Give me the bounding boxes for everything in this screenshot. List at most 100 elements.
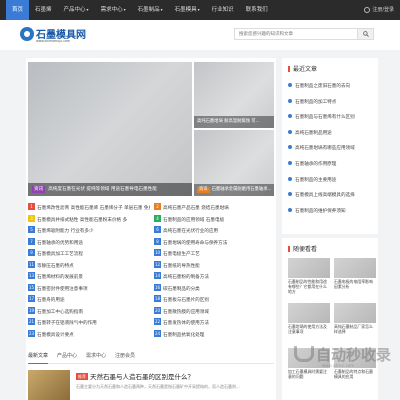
- hot-list-item[interactable]: 15 石墨密封件使用注意事项: [28, 283, 150, 294]
- hot-list-item[interactable]: 9 石墨模具加工工艺流程: [28, 249, 150, 259]
- nav-item[interactable]: 联系我们: [240, 0, 274, 20]
- search-input[interactable]: [235, 29, 353, 39]
- hot-list-item[interactable]: 1 石墨烯改性沥青 高性能石墨烯 石墨烯分子 单层石墨 免费: [28, 203, 150, 213]
- hot-list-item[interactable]: 14 高纯石墨粉的制备方法: [154, 272, 276, 282]
- latest-article-title[interactable]: 高纯石墨坩埚有哪些应用领域: [295, 146, 355, 151]
- hot-item-title[interactable]: 石墨制品的应用领域 石墨电极: [163, 218, 224, 223]
- hot-list-item[interactable]: 23 石墨模具设计要点: [28, 329, 150, 340]
- latest-article-title[interactable]: 石墨制品的加工特点: [295, 100, 336, 105]
- hot-list-item[interactable]: 12 石墨纸的导热性能: [154, 260, 276, 271]
- latest-article-item[interactable]: 石墨制品与石墨烯有什么区别: [288, 113, 374, 123]
- nav-item[interactable]: 产品中心▾: [58, 0, 95, 20]
- hot-list-item[interactable]: 19 石墨加工中心选购指南: [28, 306, 150, 317]
- slider-caption-text[interactable]: 高纯度石墨在光伏 提纯等领域 用途石墨导电石墨性能: [48, 187, 157, 192]
- article-title-text[interactable]: 天然石墨与人造石墨的区别是什么？: [90, 373, 194, 381]
- latest-article-title[interactable]: 石墨轴承的作用原理: [295, 162, 336, 167]
- hot-item-title[interactable]: 高纯石墨粉的制备方法: [163, 275, 209, 280]
- nav-item-label[interactable]: 需求中心: [101, 7, 123, 13]
- hot-list-item[interactable]: 20 石墨散热膜的应用领域: [154, 306, 276, 317]
- hot-item-title[interactable]: 石墨发热体的使用方法: [163, 321, 209, 326]
- nav-item-label[interactable]: 行业知识: [212, 7, 234, 13]
- hot-list-item[interactable]: 21 石墨转子在铝液除气中的作用: [28, 318, 150, 328]
- hot-list-item[interactable]: 6 高纯石墨在光伏行业的应用: [154, 226, 276, 236]
- random-article-title[interactable]: 石墨制品的性能和用途有哪些？它都用在什么地方: [288, 279, 330, 295]
- search-button[interactable]: [357, 29, 373, 39]
- hot-list-item[interactable]: 11 等静压石墨的特点: [28, 260, 150, 271]
- article-item[interactable]: 推荐 天然石墨与人造石墨的区别是什么？ 石墨主要分为天然石墨和人造石墨两种，天然石…: [28, 368, 274, 400]
- thumb-caption[interactable]: 高纯石墨坩埚 耐高温耐腐蚀 可...: [194, 116, 274, 128]
- hot-item-title[interactable]: 石墨模具设计要点: [37, 333, 74, 338]
- hot-item-title[interactable]: 高纯石墨在光伏行业的应用: [163, 229, 218, 234]
- hot-item-title[interactable]: 石墨密封件使用注意事项: [37, 287, 88, 292]
- hot-list-item[interactable]: 4 石墨制品的应用领域 石墨电极: [154, 214, 276, 225]
- nav-item-label[interactable]: 产品中心: [64, 7, 86, 13]
- tab-2[interactable]: 需求中心: [86, 350, 106, 363]
- latest-article-title[interactable]: 石墨模具上线高端模具的选择: [295, 193, 355, 198]
- hot-list-item[interactable]: 18 石墨板与石墨片的区别: [154, 295, 276, 305]
- nav-item[interactable]: 石墨制品▾: [132, 0, 169, 20]
- hot-list-item[interactable]: 3 石墨模具并排式粘性 高性能石墨粉末价格 多: [28, 214, 150, 225]
- article-thumbnail[interactable]: [28, 370, 70, 400]
- random-article-title[interactable]: 石墨坩埚的使用方法及注意事项: [288, 324, 330, 340]
- nav-item[interactable]: 石墨模具▾: [169, 0, 206, 20]
- random-article-card[interactable]: 石墨电极的电阻率影响因素分析: [334, 258, 376, 298]
- random-article-thumbnail[interactable]: [288, 303, 330, 323]
- hot-list-item[interactable]: 13 石墨烯材料的发展前景: [28, 272, 150, 282]
- hot-list-item[interactable]: 10 石墨电极生产工艺: [154, 249, 276, 259]
- random-article-card[interactable]: 石墨坩埚的使用方法及注意事项: [288, 303, 330, 343]
- hot-list-item[interactable]: 24 石墨制品抗氧化处理: [154, 329, 276, 340]
- random-article-card[interactable]: 高纯石墨制品厂家怎么样选择: [334, 303, 376, 343]
- latest-article-title[interactable]: 石墨制品的维护保养须知: [295, 209, 346, 214]
- random-article-thumbnail[interactable]: [334, 258, 376, 278]
- hot-list-item[interactable]: 5 石墨烯吸附能力 行业有多少: [28, 226, 150, 236]
- nav-item-label[interactable]: 石墨模具: [175, 7, 197, 13]
- latest-article-item[interactable]: 石墨轴承的作用原理: [288, 160, 374, 170]
- thumb-caption[interactable]: 资讯 石墨轴承金属耐磨用石墨轴承...: [194, 184, 274, 196]
- slider-caption[interactable]: 资讯 高纯度石墨在光伏 提纯等领域 用途石墨导电石墨性能: [28, 183, 192, 196]
- hot-item-title[interactable]: 石墨模具并排式粘性 高性能石墨粉末价格 多: [37, 218, 127, 223]
- latest-article-item[interactable]: 高纯石墨制品用途: [288, 129, 374, 139]
- latest-article-item[interactable]: 石墨制品的维护保养须知: [288, 207, 374, 217]
- hot-item-title[interactable]: 石墨坩埚的使用寿命与保养方法: [163, 241, 227, 246]
- tab-1[interactable]: 产品中心: [57, 350, 77, 363]
- site-logo[interactable]: 石墨模具网 www.shimomuju.com: [20, 25, 96, 47]
- featured-thumb-2[interactable]: 资讯 石墨轴承金属耐磨用石墨轴承...: [194, 130, 274, 196]
- random-article-thumbnail[interactable]: [334, 303, 376, 323]
- nav-item[interactable]: 首页: [6, 0, 30, 20]
- hot-item-title[interactable]: 石墨加工中心选购指南: [37, 310, 83, 315]
- random-article-title[interactable]: 高纯石墨制品厂家怎么样选择: [334, 324, 376, 340]
- hot-item-title[interactable]: 石墨烯吸附能力 行业有多少: [37, 229, 94, 234]
- latest-article-title[interactable]: 石墨制品的主要用途: [295, 178, 336, 183]
- article-title[interactable]: 推荐 天然石墨与人造石墨的区别是什么？: [76, 371, 194, 381]
- latest-article-item[interactable]: 石墨制品的加工特点: [288, 98, 374, 108]
- latest-article-title[interactable]: 石墨制品之废旧石墨的去向: [295, 84, 350, 89]
- hot-item-title[interactable]: 石墨转子在铝液除气中的作用: [37, 321, 97, 326]
- hot-item-title[interactable]: 等静压石墨的特点: [37, 264, 74, 269]
- hot-item-title[interactable]: 石墨舟的用途: [37, 298, 65, 303]
- nav-item[interactable]: 行业知识: [206, 0, 240, 20]
- hot-item-title[interactable]: 石墨制品抗氧化处理: [163, 333, 204, 338]
- random-article-thumbnail[interactable]: [288, 258, 330, 278]
- latest-article-title[interactable]: 高纯石墨制品用途: [295, 131, 332, 136]
- login-link[interactable]: 注册/登录: [364, 0, 394, 20]
- hot-list-item[interactable]: 8 石墨坩埚的使用寿命与保养方法: [154, 237, 276, 248]
- latest-article-item[interactable]: 高纯石墨坩埚有哪些应用领域: [288, 144, 374, 154]
- nav-item[interactable]: 需求中心▾: [95, 0, 132, 20]
- hot-item-title[interactable]: 石墨散热膜的应用领域: [163, 310, 209, 315]
- hot-item-title[interactable]: 石墨纸的导热性能: [163, 264, 200, 269]
- tab-3[interactable]: 注册会员: [115, 350, 135, 363]
- latest-article-title[interactable]: 石墨制品与石墨烯有什么区别: [295, 115, 355, 120]
- hot-item-title[interactable]: 碳石墨制品的分类: [163, 287, 200, 292]
- tab-0[interactable]: 最新文章: [28, 350, 49, 364]
- latest-article-item[interactable]: 石墨模具上线高端模具的选择: [288, 191, 374, 201]
- hot-item-title[interactable]: 高纯石墨产品石墨 烧结石墨坩埚: [163, 206, 229, 211]
- featured-slider[interactable]: 资讯 高纯度石墨在光伏 提纯等领域 用途石墨导电石墨性能: [28, 62, 192, 196]
- random-article-card[interactable]: 石墨制品的性能和用途有哪些？它都用在什么地方: [288, 258, 330, 298]
- hot-list-item[interactable]: 17 石墨舟的用途: [28, 295, 150, 305]
- latest-article-item[interactable]: 石墨制品之废旧石墨的去向: [288, 82, 374, 92]
- hot-list-item[interactable]: 22 石墨发热体的使用方法: [154, 318, 276, 328]
- hot-item-title[interactable]: 石墨烯材料的发展前景: [37, 275, 83, 280]
- hot-item-title[interactable]: 石墨电极生产工艺: [163, 252, 200, 257]
- nav-item[interactable]: 石墨烯: [29, 0, 58, 20]
- latest-article-item[interactable]: 石墨制品的主要用途: [288, 176, 374, 186]
